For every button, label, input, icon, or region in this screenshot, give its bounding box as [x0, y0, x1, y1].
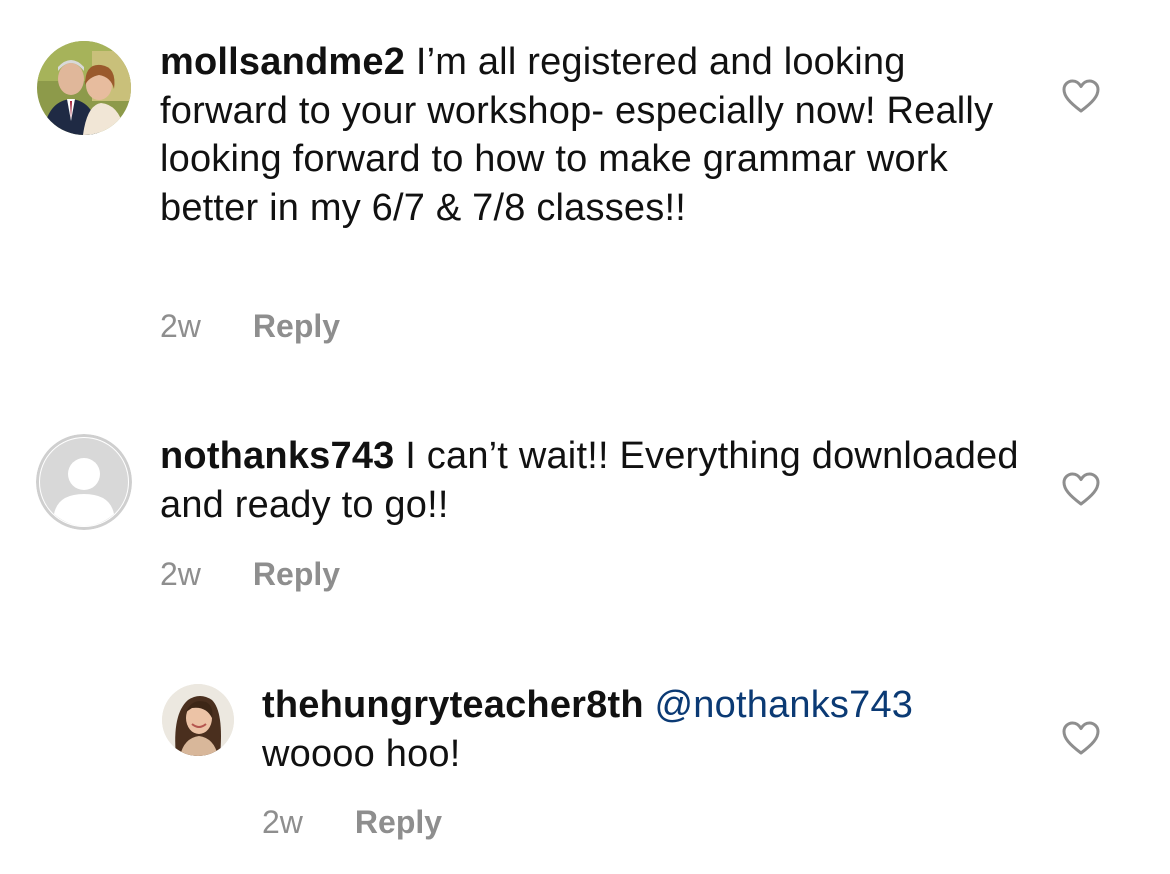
- username-link[interactable]: mollsandme2: [160, 41, 405, 83]
- like-button[interactable]: [1061, 78, 1101, 114]
- reply-button[interactable]: Reply: [355, 804, 442, 841]
- comment-meta: 2w Reply: [160, 556, 340, 593]
- avatar[interactable]: [162, 684, 234, 756]
- comment-text: nothanks743 I can’t wait!! Everything do…: [160, 432, 1020, 529]
- comment-text: thehungryteacher8th @nothanks743 woooo h…: [262, 681, 1022, 778]
- comment-item: nothanks743 I can’t wait!! Everything do…: [0, 380, 1170, 640]
- reply-button[interactable]: Reply: [253, 308, 340, 345]
- reply-comment-item: thehungryteacher8th @nothanks743 woooo h…: [0, 640, 1170, 874]
- default-user-icon: [36, 434, 132, 530]
- like-button[interactable]: [1061, 471, 1101, 507]
- comment-item: mollsandme2 I’m all registered and looki…: [0, 0, 1170, 380]
- heart-outline-icon: [1062, 79, 1100, 113]
- comment-meta: 2w Reply: [262, 804, 442, 841]
- heart-outline-icon: [1062, 472, 1100, 506]
- timestamp: 2w: [262, 804, 303, 840]
- comment-meta: 2w Reply: [160, 308, 340, 345]
- avatar-photo-icon: [37, 41, 131, 135]
- avatar[interactable]: [37, 41, 131, 135]
- comment-body: woooo hoo!: [262, 732, 461, 775]
- timestamp: 2w: [160, 308, 201, 344]
- timestamp: 2w: [160, 556, 201, 592]
- username-link[interactable]: nothanks743: [160, 435, 395, 477]
- like-button[interactable]: [1061, 720, 1101, 756]
- reply-button[interactable]: Reply: [253, 556, 340, 593]
- avatar-photo-icon: [162, 684, 234, 756]
- mention-link[interactable]: @nothanks743: [655, 684, 914, 726]
- avatar[interactable]: [36, 434, 132, 530]
- username-link[interactable]: thehungryteacher8th: [262, 684, 644, 726]
- heart-outline-icon: [1062, 721, 1100, 755]
- comment-text: mollsandme2 I’m all registered and looki…: [160, 38, 1020, 232]
